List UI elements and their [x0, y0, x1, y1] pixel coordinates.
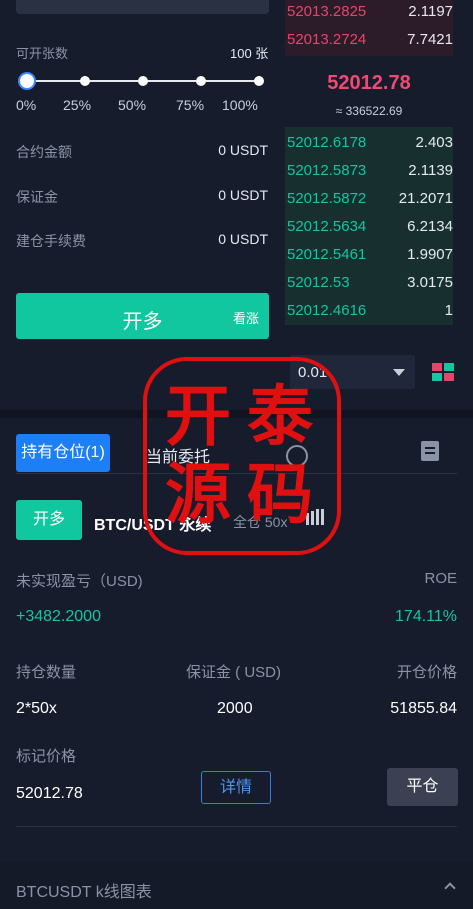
bid-price: 52012.5873: [287, 162, 367, 179]
bid-qty: 21.2071: [398, 190, 453, 207]
bid-row[interactable]: 52012.5872 21.2071: [287, 190, 453, 214]
position-margin-label: 保证金 ( USD): [186, 664, 281, 681]
bid-row[interactable]: 52012.5873 2.1139: [287, 162, 453, 186]
margin-value: 0 USDT: [218, 187, 268, 203]
watermark-stamp: 开 泰 源 码: [143, 357, 341, 555]
bid-price: 52012.5872: [287, 190, 367, 207]
previous-input-field[interactable]: [16, 0, 269, 14]
bid-price: 52012.4616: [287, 302, 367, 319]
last-price: 52012.78: [327, 72, 411, 94]
bid-row[interactable]: 52012.5461 1.9907: [287, 246, 453, 270]
ask-row[interactable]: 52013.2825 2.1197: [287, 3, 453, 27]
open-long-sublabel: 看涨: [232, 311, 259, 326]
ask-qty: 2.1197: [408, 3, 453, 20]
bid-qty: 3.0175: [407, 274, 453, 291]
bid-qty: 2.1139: [408, 162, 453, 179]
stamp-char: 源: [165, 455, 231, 533]
contract-amount-value: 0 USDT: [218, 142, 268, 158]
open-fee-value: 0 USDT: [218, 231, 268, 247]
roe-label: ROE: [424, 570, 457, 587]
position-side-badge: 开多: [16, 500, 82, 540]
entry-price-value: 51855.84: [390, 700, 457, 717]
ask-qty: 7.7421: [407, 31, 453, 48]
orderbook-layout-icon[interactable]: [432, 363, 454, 381]
kline-panel-label: BTCUSDT k线图表: [16, 884, 152, 901]
entry-price-label: 开仓价格: [396, 664, 457, 681]
details-button[interactable]: 详情: [201, 771, 271, 804]
slider-label-75: 75%: [176, 97, 205, 113]
bid-row[interactable]: 52012.4616 1: [287, 302, 453, 326]
open-long-label: 开多: [122, 311, 163, 333]
bid-price: 52012.6178: [287, 134, 367, 151]
slider-stop-25[interactable]: [80, 76, 90, 86]
contract-amount-label: 合约金额: [16, 144, 72, 160]
available-contracts-value: 100 张: [230, 46, 269, 61]
position-margin-value: 2000: [217, 700, 253, 717]
bid-price: 52012.5461: [287, 246, 367, 263]
ask-row[interactable]: 52013.2724 7.7421: [287, 31, 453, 55]
document-icon[interactable]: [421, 441, 439, 461]
bid-price: 52012.53: [287, 274, 350, 291]
open-fee-label: 建仓手续费: [16, 233, 86, 249]
close-position-button[interactable]: 平仓: [387, 768, 458, 806]
slider-stop-50[interactable]: [138, 76, 148, 86]
bid-row[interactable]: 52012.6178 2.403: [287, 134, 453, 158]
position-qty-label: 持仓数量: [16, 664, 77, 681]
bid-row[interactable]: 52012.5634 6.2134: [287, 218, 453, 242]
ask-price: 52013.2825: [287, 3, 367, 20]
unrealized-pnl-label: 未实现盈亏（USD): [16, 573, 143, 590]
chevron-down-icon: [393, 369, 405, 376]
bid-qty: 2.403: [415, 134, 453, 151]
available-contracts-label: 可开张数: [16, 46, 69, 61]
bid-qty: 1.9907: [407, 246, 453, 263]
slider-label-25: 25%: [63, 97, 92, 113]
roe-value: 174.11%: [395, 608, 457, 625]
slider-label-50: 50%: [118, 97, 147, 113]
slider-stop-100[interactable]: [254, 76, 264, 86]
bid-price: 52012.5634: [287, 218, 367, 235]
last-price-converted: ≈ 336522.69: [335, 104, 403, 118]
slider-label-100: 100%: [222, 97, 258, 113]
slider-stop-75[interactable]: [196, 76, 206, 86]
card-divider: [16, 826, 457, 827]
stamp-char: 码: [247, 455, 313, 533]
mark-price-label: 标记价格: [16, 748, 77, 765]
bid-qty: 1: [444, 302, 453, 319]
mark-price-value: 52012.78: [16, 785, 83, 802]
margin-label: 保证金: [16, 189, 58, 205]
stamp-char: 开: [165, 377, 231, 455]
tab-positions[interactable]: 持有仓位(1): [16, 434, 110, 472]
slider-label-0: 0%: [16, 97, 37, 113]
bid-qty: 6.2134: [407, 218, 453, 235]
bid-row[interactable]: 52012.53 3.0175: [287, 274, 453, 298]
unrealized-pnl-value: +3482.2000: [16, 608, 101, 625]
ask-price: 52013.2724: [287, 31, 367, 48]
position-qty-value: 2*50x: [16, 700, 57, 717]
slider-thumb[interactable]: [18, 72, 36, 90]
stamp-char: 泰: [247, 377, 313, 455]
open-long-button[interactable]: 开多 看涨: [16, 293, 269, 339]
